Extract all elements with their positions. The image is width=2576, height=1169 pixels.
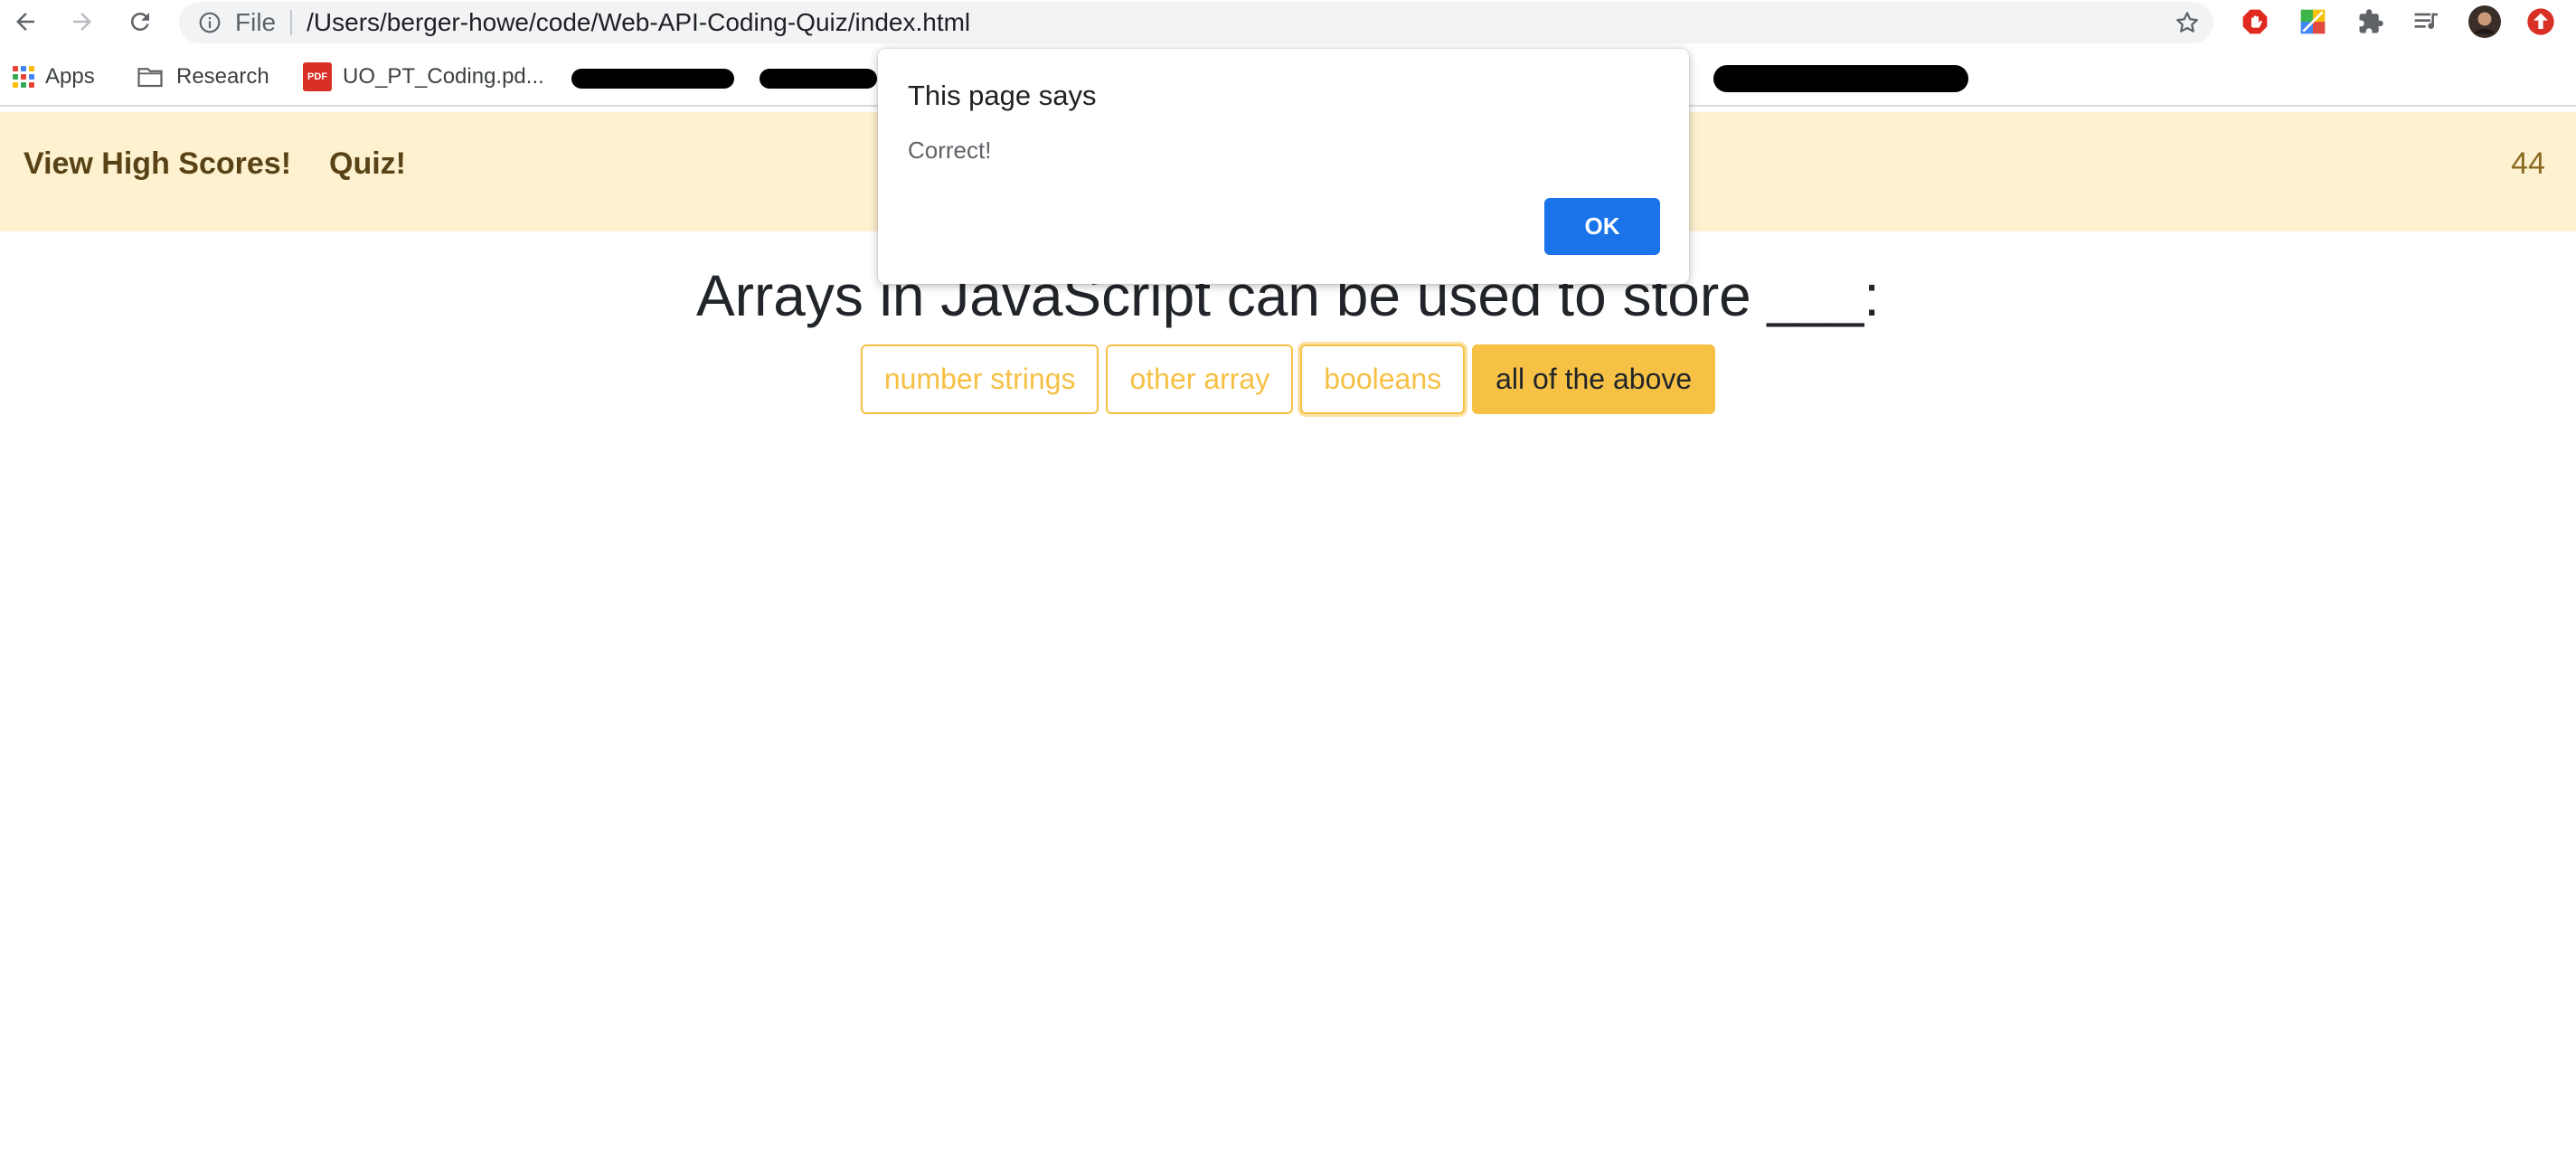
forward-icon [73,13,91,31]
reload-button[interactable] [122,4,158,40]
dialog-message: Correct! [908,137,992,164]
bookmark-research[interactable]: Research [135,61,269,92]
update-icon[interactable] [2524,5,2557,38]
scheme-separator [290,10,293,35]
answer-button[interactable]: booleans [1300,344,1466,414]
url-text[interactable]: /Users/berger-howe/code/Web-API-Coding-Q… [307,8,970,37]
answer-button[interactable]: all of the above [1472,344,1716,414]
redacted-bookmark [1713,65,1968,92]
reading-list-icon[interactable] [2411,5,2443,38]
bookmark-apps-label: Apps [45,64,95,89]
apps-grid-icon [13,66,34,88]
folder-icon [137,68,163,88]
forward-button[interactable] [64,4,100,40]
view-high-scores-link[interactable]: View High Scores! [24,146,291,182]
ok-button[interactable]: OK [1544,198,1660,255]
answer-button[interactable]: other array [1106,344,1294,414]
alert-dialog: This page says Correct! OK [878,49,1689,284]
back-button[interactable] [7,4,43,40]
puzzle-icon[interactable] [2354,5,2387,38]
info-icon[interactable] [197,10,222,35]
timer-value: 44 [2511,146,2545,181]
scheme-label: File [235,8,277,36]
star-icon[interactable] [2174,9,2201,36]
redacted-bookmark [760,69,877,89]
bookmark-pdf[interactable]: PDF UO_PT_Coding.pd... [303,61,544,92]
bookmark-research-label: Research [176,64,269,89]
bookmark-apps[interactable]: Apps [13,61,95,92]
reload-icon [130,12,149,31]
quiz-link[interactable]: Quiz! [329,146,406,182]
bookmark-pdf-label: UO_PT_Coding.pd... [343,64,544,89]
dialog-title: This page says [908,80,1097,111]
address-bar[interactable]: File /Users/berger-howe/code/Web-API-Cod… [179,2,2213,43]
answer-button[interactable]: number strings [860,344,1099,414]
ad-block-icon[interactable] [2239,5,2271,38]
answer-choices: number strings other array booleans all … [0,344,2576,414]
profile-avatar[interactable] [2468,5,2501,38]
browser-toolbar: File /Users/berger-howe/code/Web-API-Cod… [0,0,2576,45]
back-icon [16,13,34,31]
extension-icon[interactable] [2297,5,2329,38]
redacted-bookmark [571,69,734,89]
pdf-icon: PDF [303,62,332,91]
